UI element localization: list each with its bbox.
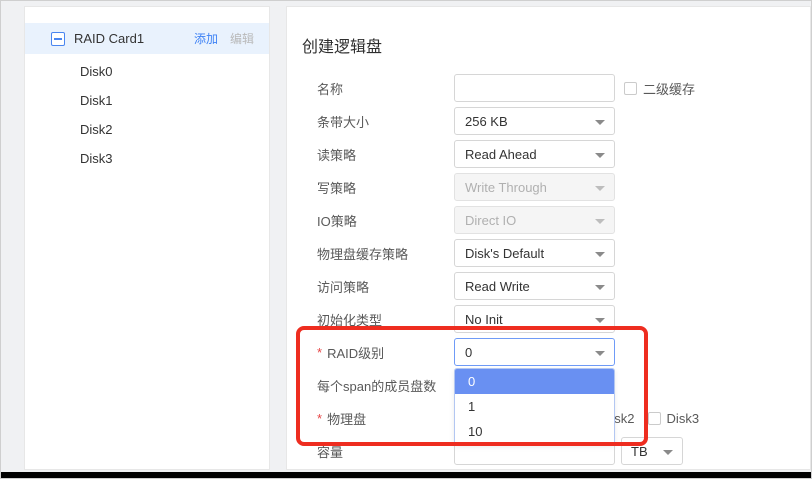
chevron-down-icon — [595, 219, 605, 224]
create-logical-disk-panel: 创建逻辑盘 名称 二级缓存 条带大小 256 KB 读策略 — [286, 6, 811, 470]
raid-level-dropdown: 0 1 10 — [454, 368, 615, 445]
stripe-size-label: 条带大小 — [287, 112, 454, 131]
form-row-raid-level: * RAID级别 0 — [287, 338, 810, 366]
raid-level-select[interactable]: 0 — [454, 338, 615, 366]
screenshot-root: RAID Card1 添加 编辑 Disk0 Disk1 Disk2 Disk3… — [0, 0, 812, 479]
form-row-init-type: 初始化类型 No Init — [287, 305, 810, 333]
device-tree-panel: RAID Card1 添加 编辑 Disk0 Disk1 Disk2 Disk3 — [24, 6, 270, 470]
secondary-cache-label: 二级缓存 — [643, 79, 695, 98]
disk-cache-policy-label: 物理盘缓存策略 — [287, 244, 454, 263]
disk-cache-policy-value: Disk's Default — [465, 246, 544, 261]
tree-node-disk1[interactable]: Disk1 — [25, 86, 269, 115]
minus-glyph — [54, 38, 62, 40]
disk-cache-policy-select[interactable]: Disk's Default — [454, 239, 615, 267]
chevron-down-icon — [595, 252, 605, 257]
chevron-down-icon — [595, 120, 605, 125]
span-members-label: 每个span的成员盘数 — [287, 376, 454, 395]
raid-level-label-text: RAID级别 — [327, 343, 384, 362]
collapse-icon[interactable] — [51, 32, 65, 46]
dropdown-option-0[interactable]: 0 — [455, 369, 614, 394]
tree-node-raid-card[interactable]: RAID Card1 添加 编辑 — [25, 23, 269, 54]
physical-disk-option-disk3: Disk3 — [648, 411, 700, 426]
access-policy-select[interactable]: Read Write — [454, 272, 615, 300]
init-type-label: 初始化类型 — [287, 310, 454, 329]
raid-level-label: * RAID级别 — [287, 343, 454, 362]
form-row-name: 名称 二级缓存 — [287, 74, 810, 102]
edit-link[interactable]: 编辑 — [230, 30, 254, 47]
tree-node-label: RAID Card1 — [74, 31, 194, 46]
name-label: 名称 — [287, 79, 454, 98]
chevron-down-icon — [663, 450, 673, 455]
page-title: 创建逻辑盘 — [302, 33, 382, 57]
disk3-checkbox-label: Disk3 — [667, 411, 700, 426]
chevron-down-icon — [595, 285, 605, 290]
form-row-access-policy: 访问策略 Read Write — [287, 272, 810, 300]
init-type-select[interactable]: No Init — [454, 305, 615, 333]
tree-row-actions: 添加 编辑 — [194, 30, 254, 47]
init-type-value: No Init — [465, 312, 503, 327]
required-asterisk: * — [317, 345, 322, 360]
secondary-cache-option: 二级缓存 — [624, 79, 695, 98]
capacity-label: 容量 — [287, 442, 454, 461]
stripe-size-select[interactable]: 256 KB — [454, 107, 615, 135]
add-link[interactable]: 添加 — [194, 30, 218, 47]
required-asterisk: * — [317, 411, 322, 426]
form-row-io-policy: IO策略 Direct IO — [287, 206, 810, 234]
stripe-size-value: 256 KB — [465, 114, 508, 129]
capacity-unit-select[interactable]: TB — [621, 437, 683, 465]
disk-list: Disk0 Disk1 Disk2 Disk3 — [25, 57, 269, 173]
write-policy-select: Write Through — [454, 173, 615, 201]
read-policy-select[interactable]: Read Ahead — [454, 140, 615, 168]
secondary-cache-checkbox[interactable] — [624, 82, 637, 95]
tree-node-disk0[interactable]: Disk0 — [25, 57, 269, 86]
io-policy-label: IO策略 — [287, 211, 454, 230]
dropdown-option-10[interactable]: 10 — [455, 419, 614, 444]
io-policy-select: Direct IO — [454, 206, 615, 234]
io-policy-value: Direct IO — [465, 213, 516, 228]
disk3-checkbox[interactable] — [648, 412, 661, 425]
chevron-down-icon — [595, 318, 605, 323]
window-bottom-edge — [1, 472, 811, 479]
tree-node-disk3[interactable]: Disk3 — [25, 144, 269, 173]
chevron-down-icon — [595, 186, 605, 191]
form-row-write-policy: 写策略 Write Through — [287, 173, 810, 201]
write-policy-value: Write Through — [465, 180, 547, 195]
read-policy-value: Read Ahead — [465, 147, 537, 162]
read-policy-label: 读策略 — [287, 145, 454, 164]
physical-disks-label: * 物理盘 — [287, 409, 454, 428]
access-policy-value: Read Write — [465, 279, 530, 294]
access-policy-label: 访问策略 — [287, 277, 454, 296]
form-row-read-policy: 读策略 Read Ahead — [287, 140, 810, 168]
tree-node-disk2[interactable]: Disk2 — [25, 115, 269, 144]
chevron-down-icon — [595, 351, 605, 356]
raid-level-value: 0 — [465, 345, 472, 360]
physical-disks-label-text: 物理盘 — [327, 409, 366, 428]
form-row-disk-cache-policy: 物理盘缓存策略 Disk's Default — [287, 239, 810, 267]
form-row-stripe-size: 条带大小 256 KB — [287, 107, 810, 135]
chevron-down-icon — [595, 153, 605, 158]
dropdown-option-1[interactable]: 1 — [455, 394, 614, 419]
name-input[interactable] — [454, 74, 615, 102]
capacity-unit-value: TB — [631, 444, 648, 459]
write-policy-label: 写策略 — [287, 178, 454, 197]
